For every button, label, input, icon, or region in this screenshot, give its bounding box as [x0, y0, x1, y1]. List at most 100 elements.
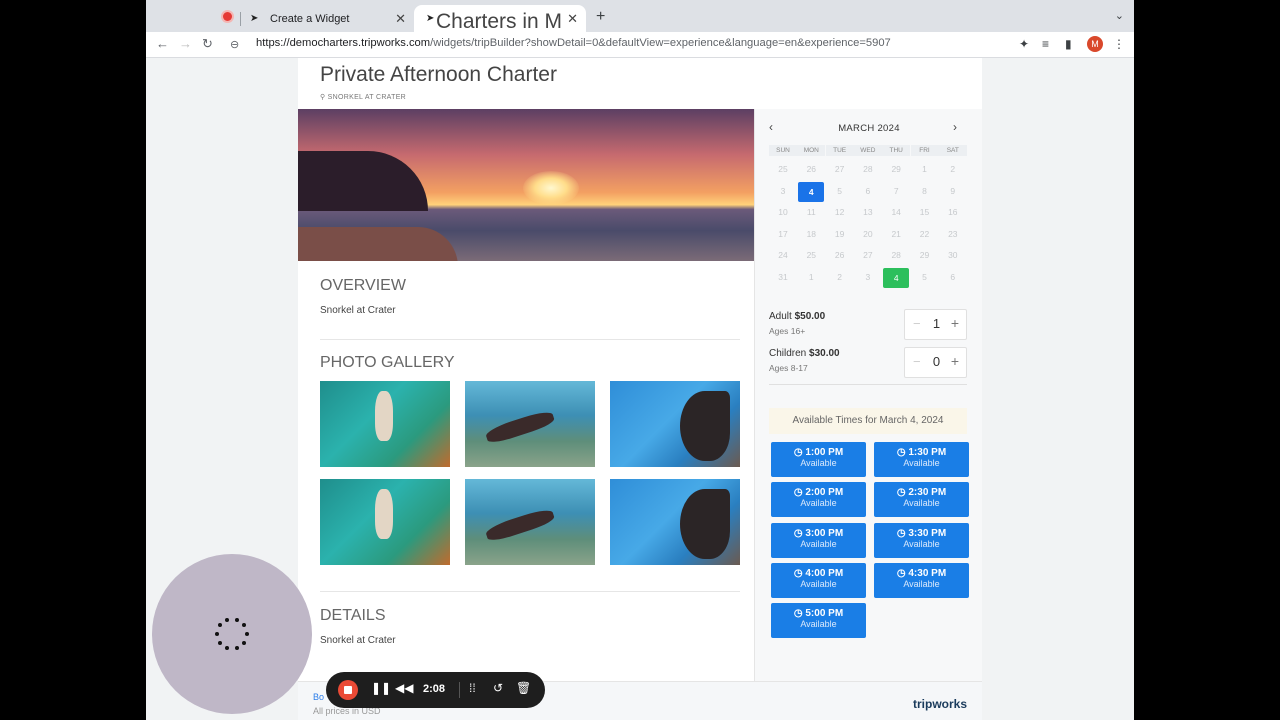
adult-quantity-stepper[interactable]: 1 − + [904, 309, 967, 340]
calendar-month: MARCH 2024 [838, 123, 900, 134]
time-slot-button[interactable]: ◷ 1:00 PM Available [771, 442, 866, 477]
side-panel-icon[interactable]: ▮ [1065, 37, 1072, 51]
tab-create-widget[interactable]: ➤ Create a Widget ✕ [240, 5, 414, 32]
calendar-day: 21 [891, 228, 901, 239]
calendar-day: 27 [834, 164, 845, 174]
spinner-dot [225, 617, 230, 622]
tripworks-favicon-icon: ➤ [250, 13, 259, 24]
time-slot-button[interactable]: ◷ 5:00 PM Available [771, 603, 866, 639]
slot-time: 4:30 PM [908, 567, 947, 579]
plus-icon[interactable]: + [951, 353, 959, 369]
calendar-day: 25 [806, 250, 817, 261]
pause-icon[interactable]: ❚❚ [371, 681, 391, 695]
close-tab-icon[interactable]: ✕ [395, 11, 406, 27]
snorkeler-shape [680, 391, 730, 461]
time-slot-button[interactable]: ◷ 3:30 PM Available [874, 522, 969, 558]
reload-icon[interactable]: ↻ [202, 36, 213, 52]
calendar-day[interactable]: 4 [883, 268, 910, 288]
gallery-photo[interactable] [465, 381, 595, 467]
time-slot-button[interactable]: ◷ 4:00 PM Available [771, 562, 866, 598]
book-link[interactable]: Bo [313, 692, 324, 702]
next-month-chevron-icon[interactable]: › [953, 120, 957, 134]
clock-icon: ◷ [793, 608, 806, 620]
slot-time-row: ◷ 2:30 PM [874, 487, 969, 498]
rewind-icon[interactable]: ◀◀ [395, 681, 413, 695]
gallery-photo[interactable] [465, 479, 595, 565]
location-pin-icon: ⚲ [320, 94, 328, 101]
ticket-price: $50.00 [794, 311, 826, 322]
hero-headland-shape [298, 151, 428, 211]
site-info-icon[interactable]: ⊖ [230, 38, 239, 51]
close-tab-icon[interactable]: ✕ [567, 11, 578, 27]
restart-icon[interactable]: ↺ [493, 681, 503, 695]
slot-time-row: ◷ 3:00 PM [771, 528, 866, 539]
spinner-dot [242, 623, 247, 628]
clock-icon: ◷ [896, 447, 909, 458]
slot-time-row: ◷ 3:30 PM [874, 528, 969, 539]
stop-recording-button[interactable] [338, 680, 358, 700]
grid-icon[interactable]: ⁞⁞ [469, 681, 476, 695]
slot-time-row: ◷ 1:00 PM [771, 447, 866, 458]
calendar-day: 6 [865, 185, 871, 196]
clock-icon: ◷ [896, 567, 909, 579]
slot-status: Available [800, 619, 837, 630]
hero-beach-shape [298, 227, 458, 261]
available-times-header: Available Times for March 4, 2024 [769, 408, 967, 434]
time-slot-button[interactable]: ◷ 2:00 PM Available [771, 482, 866, 518]
minus-icon[interactable]: − [913, 316, 921, 331]
time-slot-button[interactable]: ◷ 2:30 PM Available [874, 482, 969, 518]
calendar-day: 12 [834, 207, 845, 218]
spinner-dot [242, 640, 247, 645]
calendar-day: 10 [778, 207, 788, 218]
tab-charters-in-maui[interactable]: ➤ Charters in Maui Tickets: TripW ✕ [414, 5, 586, 33]
gallery-photo[interactable] [320, 381, 450, 467]
adult-ages: Ages 16+ [769, 326, 806, 336]
time-slot-button[interactable]: ◷ 1:30 PM Available [874, 442, 969, 477]
calendar-day: 7 [893, 185, 899, 196]
new-tab-button[interactable]: + [596, 8, 605, 26]
divider [459, 682, 460, 698]
extensions-puzzle-icon[interactable]: ✦ [1019, 37, 1029, 51]
slot-status: Available [903, 578, 940, 589]
tab-strip: ➤ Create a Widget ✕ ➤ Charters in Maui T… [146, 0, 1134, 33]
slot-time: 2:00 PM [805, 487, 844, 499]
delete-trash-icon[interactable]: 🗑 [516, 681, 531, 695]
back-arrow-icon[interactable]: ← [156, 36, 169, 51]
reading-list-icon[interactable]: ≡ [1042, 37, 1049, 51]
slot-time-row: ◷ 4:30 PM [874, 568, 969, 579]
gallery-heading: PHOTO GALLERY [320, 354, 455, 371]
tab-title: Charters in Maui Tickets: TripW [436, 10, 561, 33]
address-bar[interactable]: https://democharters.tripworks.com/widge… [256, 37, 891, 49]
plus-icon[interactable]: + [951, 315, 959, 331]
browser-toolbar: ← → ↻ ⊖ https://democharters.tripworks.c… [146, 32, 1134, 58]
gallery-photo[interactable] [320, 479, 450, 565]
profile-avatar[interactable]: M [1087, 36, 1103, 52]
spinner-dot [234, 617, 239, 622]
slot-status: Available [903, 498, 940, 509]
calendar-day[interactable]: 4 [798, 181, 825, 202]
ticket-price: $30.00 [809, 348, 840, 359]
weekday-label: MON [797, 145, 826, 156]
gallery-photo[interactable] [610, 381, 740, 467]
calendar-day: 31 [778, 272, 788, 282]
slot-time: 4:00 PM [805, 567, 844, 579]
calendar-day: 29 [891, 164, 901, 174]
minus-icon[interactable]: − [913, 354, 921, 369]
calendar-day: 28 [891, 250, 901, 261]
recording-indicator-icon [223, 12, 232, 21]
time-slot-button[interactable]: ◷ 4:30 PM Available [874, 562, 969, 598]
calendar-day: 16 [948, 207, 958, 218]
children-quantity-stepper[interactable]: 0 − + [904, 347, 967, 378]
tab-search-chevron-icon[interactable]: ⌄ [1115, 9, 1124, 22]
snorkeler-shape [680, 489, 730, 559]
browser-menu-icon[interactable]: ⋮ [1113, 37, 1125, 51]
time-slot-button[interactable]: ◷ 3:00 PM Available [771, 522, 866, 558]
calendar-day: 18 [806, 228, 817, 239]
weekday-label: SAT [938, 145, 967, 156]
forward-arrow-icon[interactable]: → [179, 36, 192, 51]
gallery-photo[interactable] [610, 479, 740, 565]
spinner-dot [245, 632, 249, 636]
calendar-day: 19 [834, 228, 845, 239]
calendar-day: 26 [806, 164, 817, 174]
clock-icon: ◷ [896, 487, 909, 499]
